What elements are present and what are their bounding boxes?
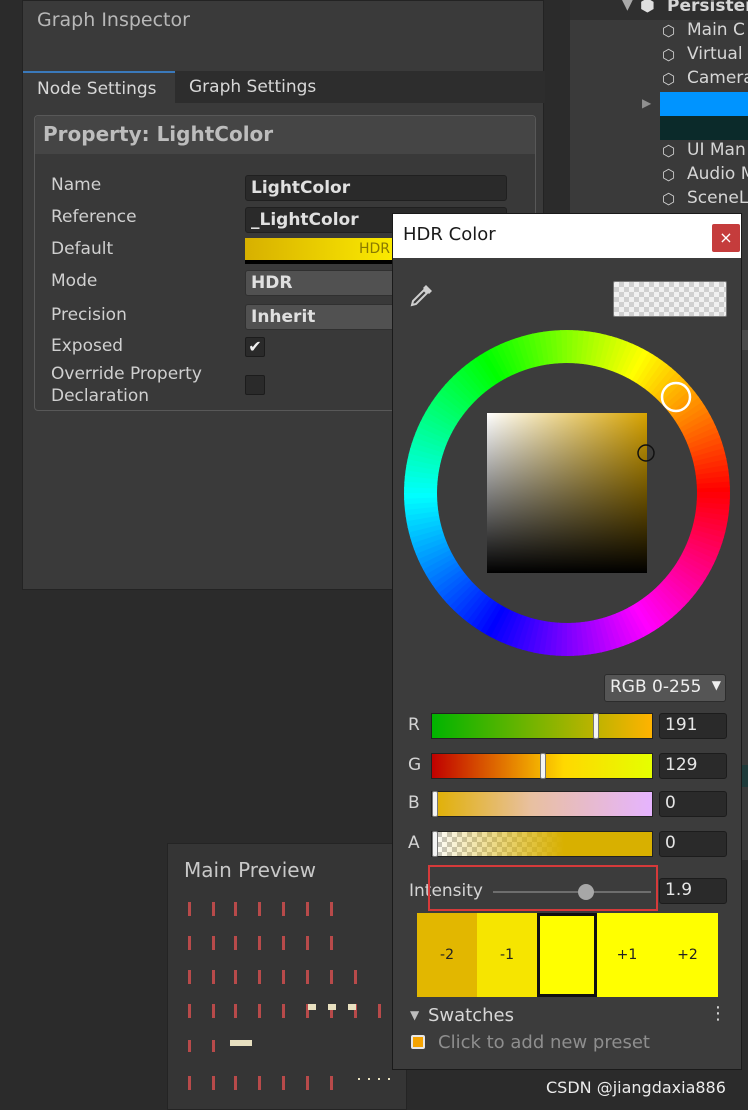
close-icon: × (719, 228, 733, 247)
close-button[interactable]: × (712, 224, 740, 252)
channel-b-label: B (408, 793, 420, 813)
override-checkbox[interactable] (245, 375, 265, 395)
property-title: Property: LightColor (43, 122, 274, 146)
checkmark-icon: ✔ (248, 337, 262, 356)
slider-handle[interactable] (540, 753, 547, 779)
value-overlay (487, 413, 647, 573)
gameobject-icon: ⬡ (662, 46, 676, 64)
chevron-down-icon: ▼ (711, 678, 721, 692)
hdr-title: HDR Color (403, 224, 496, 245)
mode-label: Mode (51, 271, 98, 291)
name-field[interactable]: LightColor (245, 175, 507, 201)
expand-arrow-icon[interactable]: ▼ (622, 0, 633, 13)
gameobject-icon: ⬡ (662, 166, 676, 184)
slider-handle[interactable] (592, 713, 599, 739)
sprite-sheet-preview (188, 902, 390, 1090)
channel-a-field[interactable]: 0 (659, 831, 727, 857)
stop-plus-1[interactable]: +1 (597, 913, 657, 997)
stop-minus-1[interactable]: -1 (477, 913, 537, 997)
annotation-highlight-box (428, 865, 658, 911)
preview-title: Main Preview (184, 858, 316, 882)
hierarchy-item[interactable]: Virtual (687, 44, 743, 64)
stop-current[interactable] (537, 913, 597, 997)
override-label-line1: Override Property (51, 364, 202, 384)
collapse-arrow-icon[interactable]: ▼ (410, 1008, 419, 1022)
color-mode-label: RGB 0-255 (610, 677, 702, 697)
hierarchy-row[interactable] (660, 116, 748, 140)
exposed-label: Exposed (51, 336, 124, 356)
channel-r-field[interactable]: 191 (659, 713, 727, 739)
exposed-checkbox[interactable]: ✔ (245, 337, 265, 357)
exposure-stops: -2 -1 +1 +2 (417, 913, 718, 997)
hierarchy-item[interactable]: UI Man (687, 140, 746, 160)
channel-r-label: R (408, 715, 420, 735)
channel-g-slider[interactable] (431, 753, 653, 779)
tab-node-settings[interactable]: Node Settings (23, 71, 175, 103)
hdr-titlebar[interactable]: HDR Color × (393, 214, 741, 258)
slider-handle[interactable] (432, 831, 438, 857)
gameobject-icon: ⬡ (662, 22, 676, 40)
color-wheel[interactable] (403, 329, 731, 657)
stop-minus-2[interactable]: -2 (417, 913, 477, 997)
color-preview-swatch (613, 281, 727, 317)
gameobject-icon: ⬡ (662, 190, 676, 208)
channel-a-slider[interactable] (431, 831, 653, 857)
precision-label: Precision (51, 305, 127, 325)
hierarchy-selected-row[interactable] (660, 92, 748, 116)
color-mode-dropdown[interactable]: RGB 0-255 ▼ (604, 674, 726, 702)
watermark: CSDN @jiangdaxia886 (546, 1078, 726, 1097)
default-label: Default (51, 239, 114, 259)
expand-arrow-icon[interactable]: ▶ (642, 96, 651, 110)
unity-cube-icon: ⬢ (640, 0, 655, 16)
intensity-field[interactable]: 1.9 (659, 878, 727, 904)
channel-a-label: A (408, 833, 420, 853)
inspector-title: Graph Inspector (37, 9, 190, 31)
hierarchy-item[interactable]: SceneL (687, 188, 748, 208)
stop-plus-2[interactable]: +2 (657, 913, 718, 997)
channel-b-field[interactable]: 0 (659, 791, 727, 817)
channel-r-slider[interactable] (431, 713, 653, 739)
more-options-icon[interactable]: ⋮ (709, 1003, 727, 1024)
property-header[interactable]: Property: LightColor (35, 116, 535, 154)
hierarchy-item[interactable]: Audio M (687, 164, 748, 184)
gameobject-icon: ⬡ (662, 70, 676, 88)
hierarchy-item[interactable]: Main C (687, 20, 745, 40)
eyedropper-icon[interactable] (409, 282, 435, 308)
reference-label: Reference (51, 207, 137, 227)
preset-swatch-icon[interactable] (411, 1035, 425, 1049)
hdr-badge: HDR (358, 241, 390, 257)
slider-handle[interactable] (432, 791, 438, 817)
hierarchy-root[interactable]: Persisten (667, 0, 748, 16)
hierarchy-item[interactable]: Camera (687, 68, 748, 88)
channel-b-slider[interactable] (431, 791, 653, 817)
channel-g-field[interactable]: 129 (659, 753, 727, 779)
divider (742, 330, 748, 350)
gameobject-icon: ⬡ (662, 142, 676, 160)
add-preset-hint[interactable]: Click to add new preset (438, 1032, 650, 1053)
tab-graph-settings[interactable]: Graph Settings (175, 71, 330, 103)
swatches-header[interactable]: Swatches (428, 1005, 514, 1026)
main-preview-panel: Main Preview (167, 843, 407, 1110)
channel-g-label: G (408, 755, 422, 775)
hdr-color-window: HDR Color × RGB 0-255 ▼ R 191 G 129 B 0 … (392, 213, 742, 1070)
override-label-line2: Declaration (51, 386, 150, 406)
inspector-tab-bar: Node Settings Graph Settings (23, 71, 545, 103)
name-label: Name (51, 175, 102, 195)
